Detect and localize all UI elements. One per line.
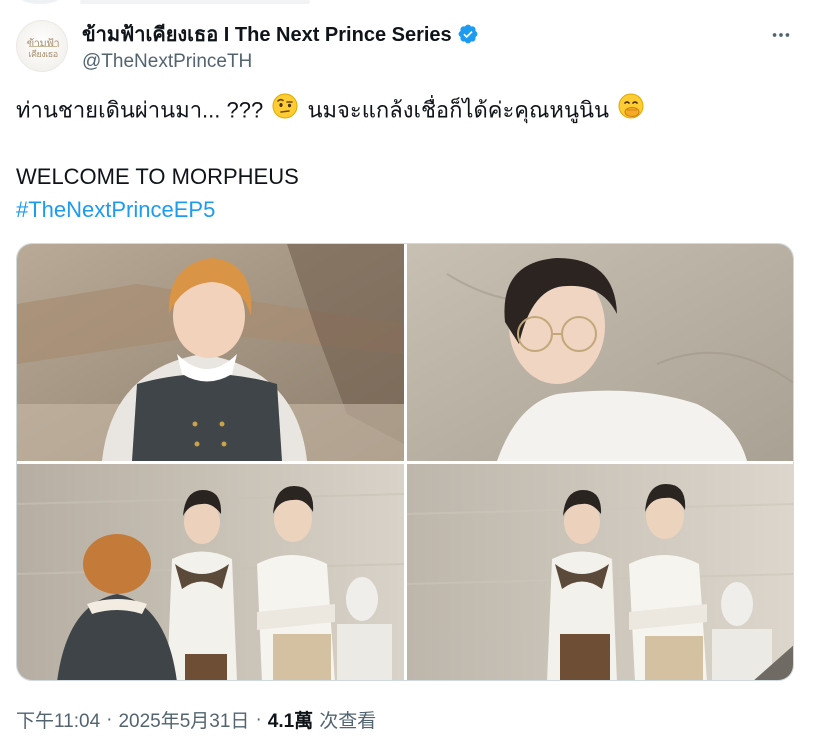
more-options-button[interactable]	[768, 22, 794, 48]
post-meta: 下午11:04 · 2025年5月31日 · 4.1萬 次查看	[16, 706, 376, 733]
meta-separator: ·	[106, 708, 113, 730]
media-photo-1[interactable]	[17, 244, 404, 461]
post-text-welcome: WELCOME TO MORPHEUS	[16, 164, 299, 189]
face-with-raised-eyebrow-icon	[271, 92, 299, 127]
faded-divider	[80, 0, 310, 4]
media-photo-2[interactable]	[407, 244, 793, 461]
post-header: ข้ามฟ้า เคียงเธอ ข้ามฟ้าเคียงเธอ I The N…	[16, 14, 804, 78]
media-grid	[16, 243, 794, 681]
post-text-part1: ท่านชายเดินผ่านมา... ???	[16, 97, 264, 123]
post-text-part2: นมจะแกล้งเชื่อก็ได้ค่ะคุณหนูนิน	[307, 97, 610, 123]
more-horizontal-icon	[772, 33, 790, 37]
meta-separator-2: ·	[255, 708, 262, 730]
author-avatar[interactable]: ข้ามฟ้า เคียงเธอ	[16, 20, 68, 72]
post-date[interactable]: 2025年5月31日	[118, 706, 249, 733]
hashtag-link[interactable]: #TheNextPrinceEP5	[16, 196, 215, 224]
views-label: 次查看	[319, 711, 377, 732]
avatar-logo-line2: เคียงเธอ	[28, 50, 58, 60]
author-display-name[interactable]: ข้ามฟ้าเคียงเธอ I The Next Prince Series	[82, 18, 452, 50]
face-with-hand-over-mouth-icon	[617, 92, 645, 127]
views-count[interactable]: 4.1萬	[268, 706, 313, 733]
faded-element	[18, 0, 62, 4]
previous-post-fragment	[0, 0, 820, 6]
media-photo-4[interactable]	[407, 464, 793, 680]
media-photo-3[interactable]	[17, 464, 404, 680]
author-handle[interactable]: @TheNextPrinceTH	[82, 51, 252, 73]
post-time[interactable]: 下午11:04	[16, 706, 100, 733]
post-text-line1: ท่านชายเดินผ่านมา... ??? นมจะแกล้งเชื่อก…	[16, 93, 804, 127]
author-name-row: ข้ามฟ้าเคียงเธอ I The Next Prince Series	[82, 22, 479, 46]
verified-badge-icon[interactable]	[457, 23, 479, 45]
